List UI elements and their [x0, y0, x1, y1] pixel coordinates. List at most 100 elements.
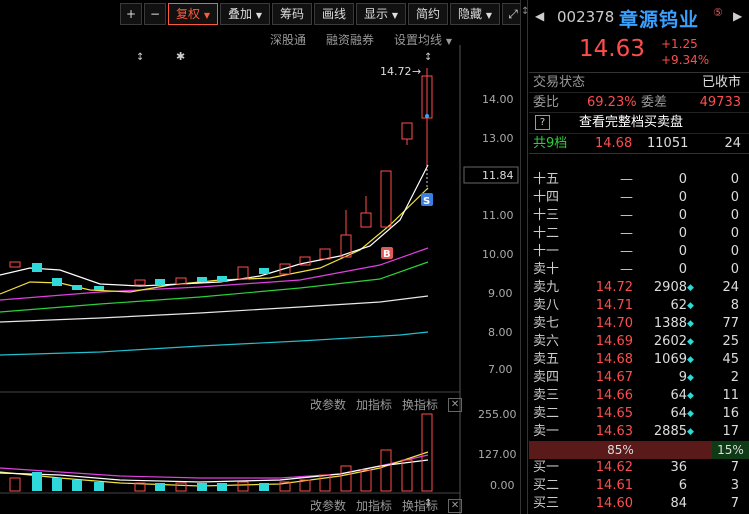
next-stock-icon[interactable]: ▶	[733, 9, 742, 23]
stock-name[interactable]: 章源钨业	[619, 5, 699, 32]
ask-row[interactable]: 卖十 — 0 0	[529, 261, 749, 279]
bid-level-label: 买三	[533, 496, 560, 511]
arrow-right-icon: →	[412, 65, 421, 78]
levels-count: 24	[724, 136, 741, 151]
ask-price: 14.66	[595, 388, 633, 403]
y-tick: 13.00	[482, 132, 514, 145]
add-indicator-link[interactable]: 加指标	[356, 396, 392, 413]
ask-row[interactable]: 十二 — 0 0	[529, 225, 749, 243]
ask-row[interactable]: 卖四 14.67 9 ◆ 2	[529, 369, 749, 387]
ask-level-label: 卖十	[533, 262, 560, 277]
bid-price: 14.61	[595, 478, 633, 493]
bid-price: 14.62	[595, 460, 633, 475]
diff-value: 49733	[699, 95, 741, 110]
levels-label: 共9档	[533, 136, 568, 151]
switch-indicator-link[interactable]: 换指标	[402, 396, 438, 413]
ask-count: 0	[730, 208, 739, 223]
chart-svg: 14.00 13.00 11.00 10.00 9.00 8.00 7.00 1…	[0, 45, 519, 514]
bid-row[interactable]: 买二 14.61 6 3	[529, 477, 749, 495]
diamond-icon: ◆	[687, 301, 694, 311]
info-badge-icon[interactable]: ⑤	[713, 6, 723, 19]
full-book-row[interactable]: ? 查看完整档买卖盘	[529, 113, 749, 134]
vol-bar	[380, 449, 392, 492]
change-value: +1.25	[661, 37, 698, 51]
bid-level-label: 买一	[533, 460, 560, 475]
ask-count: 2	[730, 370, 739, 385]
bottom-panel-links: 改参数 加指标 换指标 ✕	[310, 497, 463, 514]
ask-row[interactable]: 卖一 14.63 2885 ◆ 17	[529, 423, 749, 441]
ask-price: —	[620, 190, 633, 205]
sell-signal-text: S	[423, 196, 430, 207]
ask-volume: 0	[678, 190, 687, 205]
ask-count: 24	[722, 280, 739, 295]
ask-level-label: 卖六	[533, 334, 560, 349]
ask-level-label: 十三	[533, 208, 560, 223]
ask-price: 14.68	[595, 352, 633, 367]
levels-row: 共9档 14.68 11051 24	[529, 134, 749, 154]
edit-params-link[interactable]: 改参数	[310, 497, 346, 514]
bid-price: 14.60	[595, 496, 633, 511]
full-book-link[interactable]: 查看完整档买卖盘	[579, 113, 683, 132]
vol-bar	[340, 465, 352, 492]
bid-row[interactable]: 买三 14.60 84 7	[529, 495, 749, 513]
ask-row[interactable]: 卖八 14.71 62 ◆ 8	[529, 297, 749, 315]
ask-price: 14.69	[595, 334, 633, 349]
add-indicator-link[interactable]: 加指标	[356, 497, 392, 514]
candle-up	[380, 170, 392, 228]
diamond-icon: ◆	[687, 319, 694, 329]
ask-count: 17	[722, 424, 739, 439]
close-icon[interactable]: ✕	[448, 398, 463, 412]
ask-row[interactable]: 十一 — 0 0	[529, 243, 749, 261]
ask-level-label: 卖五	[533, 352, 560, 367]
y-tick: 11.00	[482, 209, 514, 222]
ask-volume: 2908	[653, 280, 687, 295]
ask-level-label: 卖七	[533, 316, 560, 331]
ratio-row: 委比 69.23% 委差 49733	[529, 93, 749, 113]
candle-down	[217, 276, 227, 282]
vol-ma-line	[0, 454, 429, 479]
ask-volume: 62	[670, 298, 687, 313]
volume-panel-links: 改参数 加指标 换指标 ✕	[310, 396, 463, 413]
ma-line	[0, 247, 429, 301]
vol-bar	[52, 478, 62, 491]
ask-count: 0	[730, 244, 739, 259]
levels-volume: 11051	[647, 136, 689, 151]
ask-row[interactable]: 卖三 14.66 64 ◆ 11	[529, 387, 749, 405]
candle-down	[259, 268, 269, 274]
help-icon[interactable]: ?	[535, 115, 550, 130]
ask-volume: 64	[670, 388, 687, 403]
switch-indicator-link[interactable]: 换指标	[402, 497, 438, 514]
ask-level-label: 卖二	[533, 406, 560, 421]
sell-ratio: 85%	[529, 441, 712, 459]
edit-params-link[interactable]: 改参数	[310, 396, 346, 413]
ask-row[interactable]: 卖六 14.69 2602 ◆ 25	[529, 333, 749, 351]
vol-bar	[197, 483, 207, 491]
ask-count: 45	[722, 352, 739, 367]
close-icon[interactable]: ✕	[448, 499, 463, 513]
candle-down	[72, 285, 82, 290]
splitter[interactable]	[520, 0, 528, 514]
ask-volume: 9	[678, 370, 687, 385]
ask-count: 16	[722, 406, 739, 421]
prev-stock-icon[interactable]: ◀	[535, 9, 544, 23]
ask-row[interactable]: 十四 — 0 0	[529, 189, 749, 207]
y-tick: 8.00	[488, 326, 513, 339]
candle-up	[319, 248, 331, 260]
ask-price: 14.70	[595, 316, 633, 331]
ask-volume: 0	[678, 208, 687, 223]
ma-line	[0, 295, 429, 323]
bid-row[interactable]: 买一 14.62 36 7	[529, 459, 749, 477]
candle-down	[52, 278, 62, 286]
vol-bar	[155, 483, 165, 491]
ask-price: —	[620, 262, 633, 277]
ask-row[interactable]: 十三 — 0 0	[529, 207, 749, 225]
candle-up	[360, 212, 372, 228]
ask-row[interactable]: 十五 — 0 0	[529, 171, 749, 189]
ask-volume: 1069	[653, 352, 687, 367]
ask-row[interactable]: 卖二 14.65 64 ◆ 16	[529, 405, 749, 423]
ask-row[interactable]: 卖九 14.72 2908 ◆ 24	[529, 279, 749, 297]
diamond-icon: ◆	[687, 355, 694, 365]
ask-row[interactable]: 卖五 14.68 1069 ◆ 45	[529, 351, 749, 369]
ask-row[interactable]: 卖七 14.70 1388 ◆ 77	[529, 315, 749, 333]
kline-chart-panel[interactable]: + − 复权 ▼ 叠加 ▼ 筹码 画线 显示 ▼ 简约 隐藏 ▼ ⤢ 深股通 融…	[0, 0, 525, 514]
